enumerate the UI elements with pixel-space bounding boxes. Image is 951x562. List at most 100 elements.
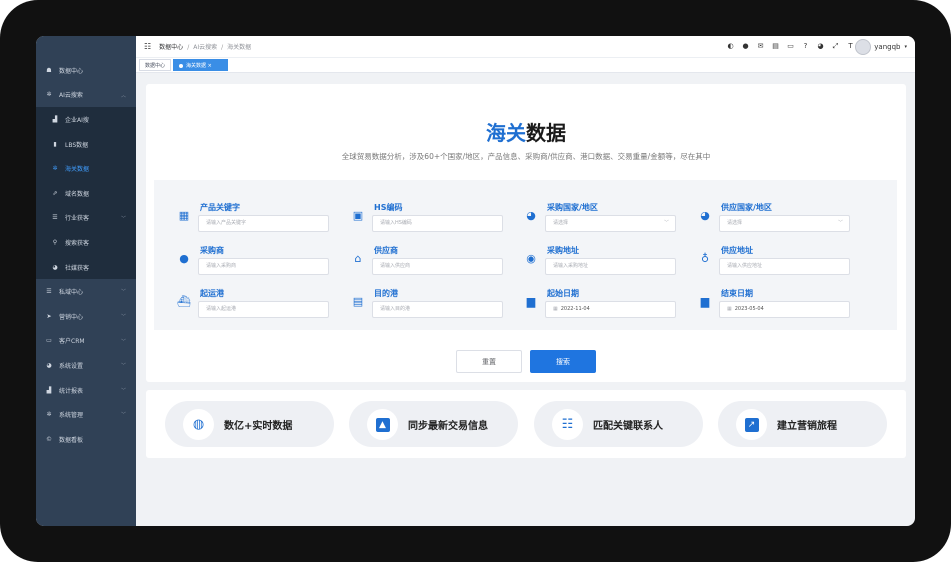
field-label: 产品关键字	[200, 203, 240, 212]
field-label: 供应商	[374, 246, 398, 255]
help-icon[interactable]: ?	[801, 42, 810, 51]
menu-fold-icon[interactable]: ☷	[144, 42, 151, 51]
origin-port-input[interactable]: 请输入起运港	[198, 301, 329, 318]
supplier-input[interactable]: 请输入供应商	[372, 258, 503, 275]
field-supplier: ⌂ 供应商 请输入供应商	[337, 241, 512, 281]
tag-data-center[interactable]: 数据中心	[139, 59, 172, 71]
sidebar-item-ai-search[interactable]: ✲ AI云搜索 ︿	[36, 83, 136, 108]
sidebar-item-customs[interactable]: ✲ 海关数据	[36, 156, 136, 181]
sidebar-item-industry[interactable]: ☰ 行业获客 ﹀	[36, 206, 136, 231]
globe-icon: ◕	[46, 361, 52, 369]
sidebar-item-label: 搜索获客	[65, 239, 90, 247]
end-date-picker[interactable]: ▦ 2023-05-04	[719, 301, 850, 318]
user-menu[interactable]: yangqb ▾	[855, 39, 907, 55]
sidebar-item-search-leads[interactable]: ⚲ 搜索获客	[36, 230, 136, 255]
buyer-country-select[interactable]: 请选择 ﹀	[545, 215, 676, 232]
list-icon: ☰	[46, 288, 52, 296]
destination-port-input[interactable]: 请输入目的港	[372, 301, 503, 318]
sidebar-logo-area	[36, 36, 136, 58]
field-destination-port: ▤ 目的港 请输入目的港	[337, 284, 512, 324]
breadcrumb-item[interactable]: AI云搜索	[193, 44, 217, 51]
tag-label: 海关数据	[186, 63, 207, 69]
buyer-address-input[interactable]: 请输入采购地址	[545, 258, 676, 275]
username: yangqb	[874, 43, 901, 51]
gear-icon: ✲	[46, 411, 52, 419]
breadcrumb-item[interactable]: 数据中心	[159, 44, 183, 51]
search-card: 海关数据 全球贸易数据分析，涉及60+个国家/地区，产品信息、采购商/供应商、港…	[146, 84, 906, 382]
font-size-icon[interactable]: T	[846, 42, 855, 51]
chevron-down-icon: ﹀	[663, 220, 669, 226]
trend-chart-icon: ↗	[736, 409, 767, 440]
sidebar-item-enterprise-ai[interactable]: ▟ 企业AI搜	[36, 107, 136, 132]
dashboard-icon: ☗	[46, 66, 52, 74]
sidebar-item-label: AI云搜索	[59, 92, 83, 100]
page-title-highlight: 海关	[486, 121, 526, 145]
chevron-down-icon: ﹀	[120, 412, 126, 419]
field-buyer-country: ◕ 采购国家/地区 请选择 ﹀	[510, 198, 685, 238]
hs-code-input[interactable]: 请输入HS编码	[372, 215, 503, 232]
sidebar-item-system-admin[interactable]: ✲ 系统管理 ﹀	[36, 402, 136, 427]
toolbar-icons: ◐ ● ✉ ▤ ▭ ? ◕ ⤢ T	[726, 42, 855, 51]
mail-icon[interactable]: ✉	[756, 42, 765, 51]
map-book-icon: ▮	[53, 140, 57, 148]
list-icon: ☰	[52, 214, 58, 222]
document-icon[interactable]: ▤	[771, 42, 780, 51]
sidebar-item-lbs[interactable]: ▮ LBS数据	[36, 132, 136, 157]
field-label: 采购国家/地区	[547, 203, 598, 212]
building-icon: ▟	[52, 115, 58, 123]
reset-button[interactable]: 重置	[456, 350, 522, 373]
field-label: 采购商	[200, 246, 224, 255]
globe-icon: ◕	[52, 263, 58, 271]
sidebar-item-dashboard[interactable]: © 数据看板	[36, 427, 136, 452]
chevron-down-icon: ﹀	[120, 363, 126, 370]
supplier-address-input[interactable]: 请输入供应地址	[719, 258, 850, 275]
sidebar-item-domain[interactable]: ⇗ 域名数据	[36, 181, 136, 206]
sidebar-item-reports[interactable]: ▟ 统计报表 ﹀	[36, 378, 136, 403]
field-supplier-country: ◕ 供应国家/地区 请选择 ﹀	[684, 198, 859, 238]
buyer-input[interactable]: 请输入采购商	[198, 258, 329, 275]
chevron-up-icon: ︿	[120, 92, 126, 99]
field-origin-port: ⛴ 起运港 请输入起运港	[163, 284, 338, 324]
sidebar-item-label: 统计报表	[59, 387, 84, 395]
sidebar-item-social[interactable]: ◕ 社媒获客	[36, 255, 136, 280]
sidebar-item-label: 海关数据	[65, 166, 90, 174]
theme-icon[interactable]: ◐	[726, 42, 735, 51]
field-label: 采购地址	[547, 246, 579, 255]
sidebar-item-label: 系统管理	[59, 412, 84, 420]
feature-label: 同步最新交易信息	[408, 421, 488, 432]
chevron-down-icon: ﹀	[120, 313, 126, 320]
sidebar-item-crm[interactable]: ▭ 客户CRM ﹀	[36, 329, 136, 354]
start-date-picker[interactable]: ▦ 2022-11-04	[545, 301, 676, 318]
tag-customs-data[interactable]: 海关数据 ×	[173, 59, 228, 71]
select-placeholder: 请选择	[553, 220, 569, 226]
avatar[interactable]	[855, 39, 872, 55]
field-supplier-address: ♁ 供应地址 请输入供应地址	[684, 241, 859, 281]
date-value: 2022-11-04	[560, 306, 590, 312]
top-navbar: ☷ 数据中心 / AI云搜索 / 海关数据 ◐ ● ✉ ▤ ▭ ? ◕ ⤢ T yang…	[136, 36, 915, 58]
sidebar-item-data-center[interactable]: ☗ 数据中心	[36, 58, 136, 83]
select-placeholder: 请选择	[727, 220, 743, 226]
calendar-icon: ▦	[727, 306, 732, 312]
fullscreen-icon[interactable]: ⤢	[831, 42, 840, 51]
breadcrumb-separator: /	[187, 44, 190, 51]
chevron-down-icon: ﹀	[120, 215, 126, 222]
feature-sync-trade: ▲ 同步最新交易信息	[349, 401, 518, 447]
globe-icon[interactable]: ◕	[816, 42, 825, 51]
bar-chart-icon: ▟	[46, 386, 52, 394]
tag-label: 数据中心	[145, 63, 166, 69]
search-button[interactable]: 搜索	[530, 350, 596, 373]
sidebar-item-marketing[interactable]: ➤ 营销中心 ﹀	[36, 304, 136, 329]
gear-icon: ✲	[46, 91, 52, 99]
sidebar-item-system-settings[interactable]: ◕ 系统设置 ﹀	[36, 353, 136, 378]
sidebar-item-label: 系统设置	[59, 362, 84, 370]
supplier-country-select[interactable]: 请选择 ﹀	[719, 215, 850, 232]
close-icon[interactable]: ×	[208, 63, 212, 69]
monitor-icon[interactable]: ▭	[786, 42, 795, 51]
page-title: 海关数据	[146, 117, 906, 146]
sidebar-item-label: 企业AI搜	[65, 116, 89, 124]
gear-icon: ✲	[52, 165, 58, 173]
chat-icon[interactable]: ●	[741, 42, 750, 51]
sidebar-item-private[interactable]: ☰ 私域中心 ﹀	[36, 279, 136, 304]
globe-icon: ◕	[700, 209, 710, 222]
product-keyword-input[interactable]: 请输入产品关键字	[198, 215, 329, 232]
